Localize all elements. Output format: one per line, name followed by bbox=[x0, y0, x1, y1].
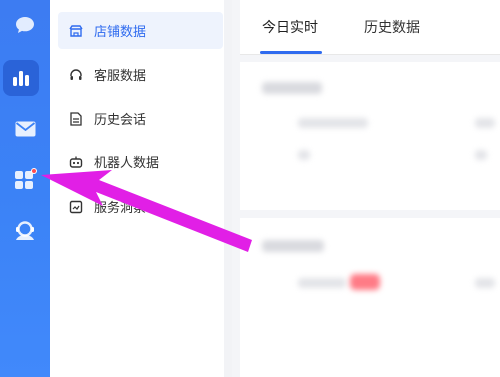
menu-item-store-data[interactable]: 店铺数据 bbox=[58, 12, 223, 49]
notification-badge bbox=[31, 168, 37, 174]
tab-today-realtime[interactable]: 今日实时 bbox=[262, 17, 318, 37]
service-stats-card bbox=[240, 218, 500, 377]
menu-item-label: 机器人数据 bbox=[94, 156, 160, 171]
blurred-metric-value bbox=[475, 150, 487, 160]
rail-chat-button[interactable] bbox=[4, 6, 46, 44]
mail-icon bbox=[15, 121, 36, 137]
robot-icon bbox=[68, 154, 84, 170]
blurred-metric-label bbox=[298, 118, 368, 128]
rail-mail-button[interactable] bbox=[4, 110, 46, 148]
blurred-highlight-badge bbox=[350, 274, 380, 290]
menu-item-label: 客服数据 bbox=[94, 69, 147, 84]
data-menu: 店铺数据 客服数据 历史会话 机器人数据 服务洞察 bbox=[50, 0, 232, 377]
menu-item-service-insight[interactable]: 服务洞察 bbox=[58, 188, 223, 225]
document-icon bbox=[68, 111, 84, 127]
menu-item-label: 店铺数据 bbox=[94, 25, 147, 40]
active-tab-indicator bbox=[260, 51, 322, 54]
store-icon bbox=[68, 23, 84, 39]
realtime-stats-card bbox=[240, 62, 500, 210]
headset-icon bbox=[68, 67, 84, 83]
insight-icon bbox=[68, 199, 84, 215]
blurred-metric-label bbox=[298, 278, 346, 288]
blurred-metric-label bbox=[475, 278, 495, 288]
main-content: 今日实时 历史数据 bbox=[232, 0, 500, 377]
bar-chart-icon bbox=[11, 68, 31, 88]
rail-apps-button[interactable] bbox=[4, 160, 46, 198]
menu-item-label: 服务洞察 bbox=[94, 201, 147, 216]
rail-agent-button[interactable] bbox=[4, 212, 46, 250]
blurred-metric-label bbox=[475, 118, 495, 128]
blurred-metric-value bbox=[298, 150, 310, 160]
menu-item-service-data[interactable]: 客服数据 bbox=[58, 56, 223, 93]
menu-item-robot-data[interactable]: 机器人数据 bbox=[58, 143, 223, 180]
support-agent-icon bbox=[14, 221, 36, 241]
menu-item-history-sessions[interactable]: 历史会话 bbox=[58, 100, 223, 137]
rail-data-button[interactable] bbox=[3, 60, 39, 96]
menu-item-label: 历史会话 bbox=[94, 113, 147, 128]
tab-bar: 今日实时 历史数据 bbox=[240, 0, 500, 55]
blurred-card-title bbox=[262, 82, 322, 94]
app-rail bbox=[0, 0, 50, 377]
tab-history-data[interactable]: 历史数据 bbox=[364, 17, 420, 37]
chat-bubble-icon bbox=[15, 16, 35, 34]
blurred-card-title bbox=[262, 240, 324, 252]
